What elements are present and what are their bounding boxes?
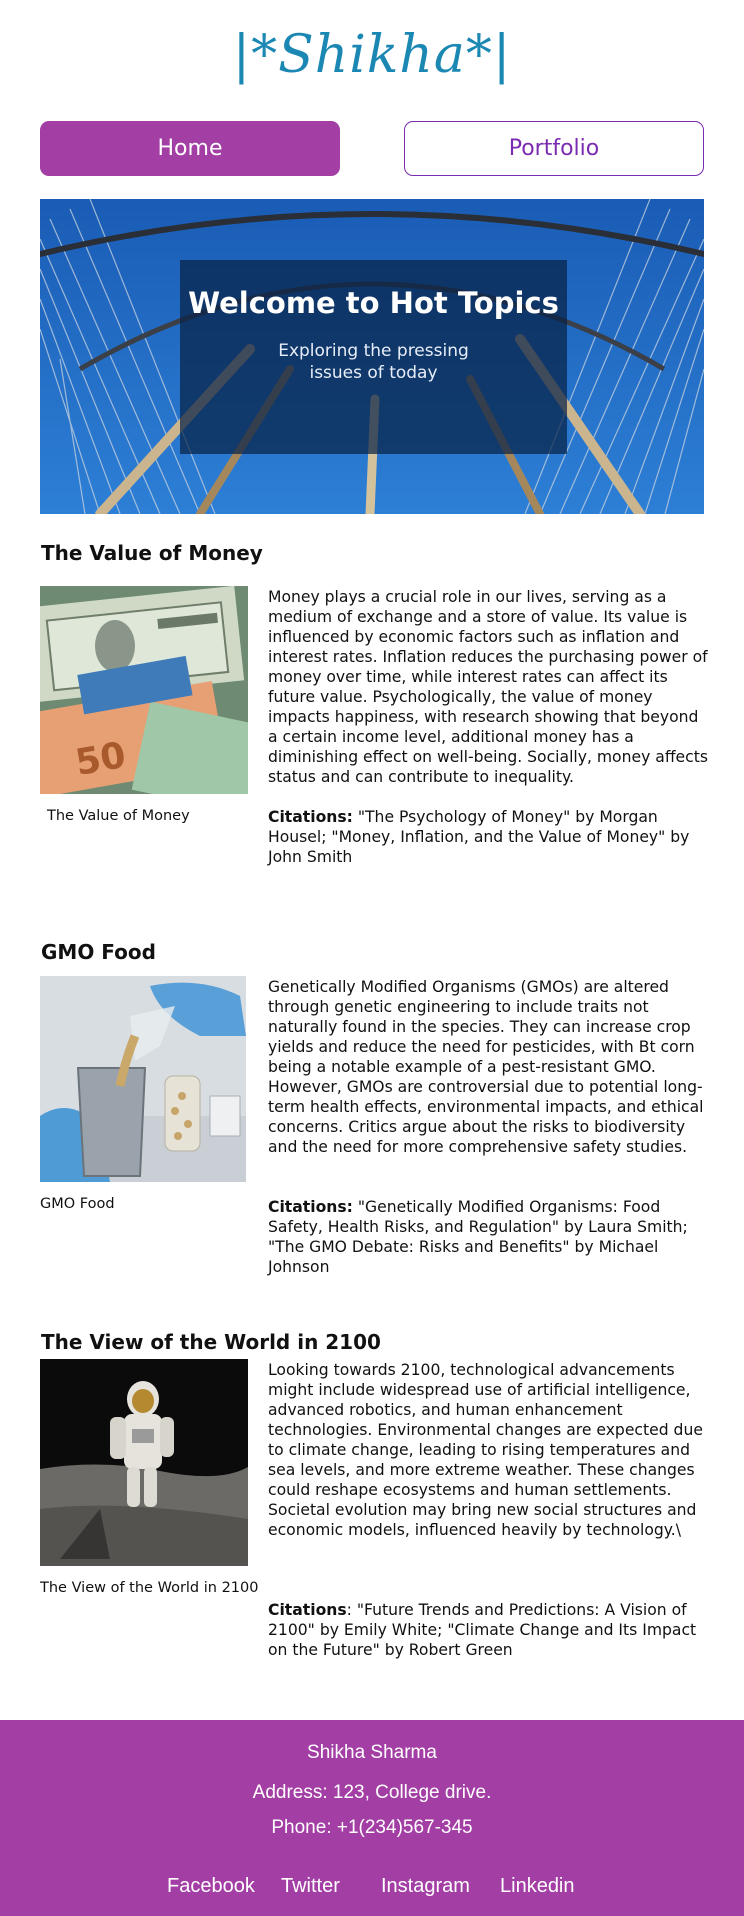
section-title-2100: The View of the World in 2100 [41,1330,381,1354]
future-body: Looking towards 2100, technological adva… [268,1361,703,1539]
money-image: 50 [40,586,248,794]
astronaut-caption: The View of the World in 2100 [40,1580,259,1596]
section-title-gmo: GMO Food [41,940,156,964]
hero-subtitle: Exploring the pressing issues of today [278,341,469,383]
section-title-money: The Value of Money [41,541,263,565]
citations-label: Citations [268,1601,347,1619]
social-links: Facebook Twitter Instagram Linkedin [0,1875,744,1905]
money-citations: Citations: "The Psychology of Money" by … [268,807,708,867]
nav-home-button[interactable]: Home [40,121,340,176]
svg-text:50: 50 [72,735,128,784]
footer-phone: Phone: +1(234)567-345 [271,1817,473,1838]
instagram-link[interactable]: Instagram [381,1875,470,1898]
gmo-citations: Citations: "Genetically Modified Organis… [268,1197,708,1277]
hero-title: Welcome to Hot Topics [188,286,559,320]
footer-address: Address: 123, College drive. [252,1782,492,1803]
astronaut-image [40,1359,248,1566]
hero-overlay: Welcome to Hot Topics Exploring the pres… [180,260,567,454]
hero-banner: Welcome to Hot Topics Exploring the pres… [40,199,704,514]
gmo-body: Genetically Modified Organisms (GMOs) ar… [268,978,704,1156]
footer-name: Shikha Sharma [307,1742,437,1763]
citations-label: Citations: [268,1198,353,1216]
site-footer: Shikha Sharma Address: 123, College driv… [0,1720,744,1916]
future-citations: Citations: "Future Trends and Prediction… [268,1600,708,1660]
linkedin-link[interactable]: Linkedin [500,1875,575,1898]
citations-label: Citations: [268,808,353,826]
facebook-link[interactable]: Facebook [167,1875,255,1898]
nav-portfolio-button[interactable]: Portfolio [404,121,704,176]
money-body: Money plays a crucial role in our lives,… [268,588,708,786]
gmo-caption: GMO Food [40,1196,115,1212]
money-caption: The Value of Money [47,808,190,824]
twitter-link[interactable]: Twitter [281,1875,340,1898]
gmo-image [40,976,246,1182]
site-logo: |*Shikha*| [232,25,512,85]
